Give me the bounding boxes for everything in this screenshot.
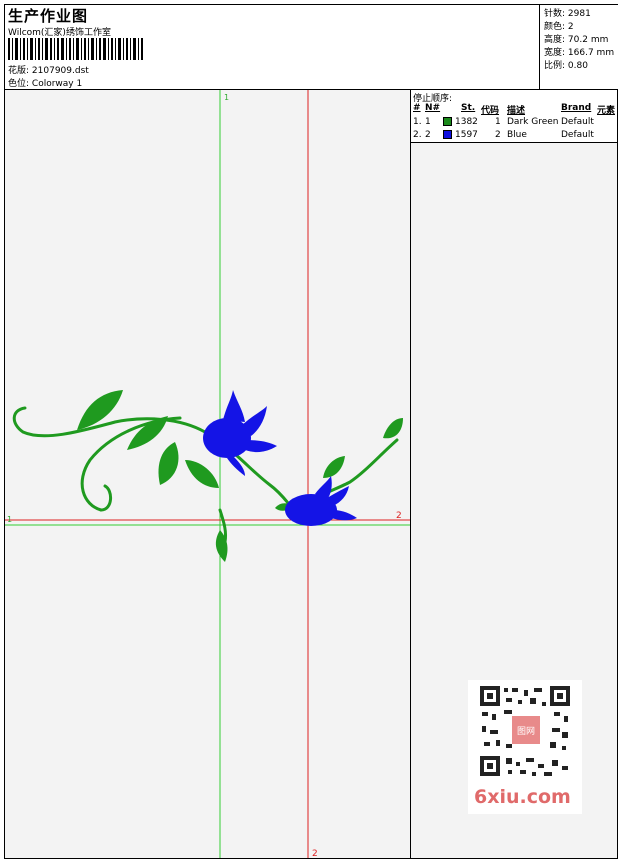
design-value: 2107909.dst: [31, 66, 89, 76]
stat-stitches: 针数: 2981: [544, 6, 591, 19]
marker-left-1: 1: [7, 515, 12, 524]
row-1-index: 1.: [413, 117, 422, 127]
stat-value: 0.80: [567, 61, 588, 71]
flower-upper: [203, 390, 277, 476]
company-name: Wilcom(汇家)绣饰工作室: [8, 28, 111, 38]
row-2-stitches: 1597: [455, 130, 478, 140]
stat-label: 比例:: [544, 61, 566, 71]
stat-value: 70.2 mm: [567, 35, 609, 45]
row-1-code: 1: [495, 117, 501, 127]
row-1-description: Dark Green: [507, 117, 559, 127]
qr-code-icon: 图网: [478, 684, 572, 778]
col-needle: N#: [425, 103, 441, 113]
marker-right-2: 2: [396, 511, 402, 521]
stat-label: 宽度:: [544, 48, 566, 58]
watermark-brand: 6xiu.com: [474, 786, 571, 808]
design-canvas: 1 1 2 2: [5, 90, 411, 858]
design-file: 花版: 2107909.dst: [8, 63, 89, 76]
stat-value: 2: [567, 22, 574, 32]
design-preview: 1 1 2 2: [5, 90, 410, 858]
row-2-brand: Default: [561, 130, 594, 140]
row-2-description: Blue: [507, 130, 527, 140]
row-2-index: 2.: [413, 130, 422, 140]
stat-scale: 比例: 0.80: [544, 58, 588, 71]
col-stitches: St.: [461, 103, 476, 113]
color-swatch-blue: [443, 130, 452, 139]
stat-height: 高度: 70.2 mm: [544, 32, 608, 45]
color-swatch-dark-green: [443, 117, 452, 126]
stat-colors: 颜色: 2: [544, 19, 574, 32]
col-elements: 元素: [597, 106, 616, 116]
design-label: 花版:: [8, 66, 30, 76]
stats-panel: 针数: 2981 颜色: 2 高度: 70.2 mm 宽度: 166.7 mm …: [539, 5, 618, 89]
marker-bottom-2: 2: [312, 849, 318, 858]
stat-label: 针数:: [544, 9, 566, 19]
col-index: #: [413, 103, 421, 113]
colorway-value: Colorway 1: [31, 79, 83, 89]
stat-width: 宽度: 166.7 mm: [544, 45, 614, 58]
barcode-icon: [8, 38, 143, 60]
col-brand: Brand: [561, 103, 592, 113]
stat-label: 高度:: [544, 35, 566, 45]
col-code: 代码: [481, 106, 500, 116]
stat-label: 颜色:: [544, 22, 566, 32]
row-2-code: 2: [495, 130, 501, 140]
stat-value: 166.7 mm: [567, 48, 615, 58]
stop-sequence-table: 停止顺序: # N# St. 代码 描述 Brand 元素 1. 1 1382 …: [411, 90, 617, 143]
watermark-stamp: 图网: [517, 726, 535, 737]
colorway: 色位: Colorway 1: [8, 76, 82, 89]
stat-value: 2981: [567, 9, 591, 19]
sheet-header: 生产作业图 Wilcom(汇家)绣饰工作室 花版: 2107909.dst 色位…: [5, 5, 618, 90]
row-1-stitches: 1382: [455, 117, 478, 127]
marker-top-1: 1: [224, 93, 229, 102]
col-description: 描述: [507, 106, 526, 116]
colorway-label: 色位:: [8, 79, 30, 89]
sheet-title: 生产作业图: [8, 7, 89, 25]
row-2-needle: 2: [425, 130, 431, 140]
row-1-needle: 1: [425, 117, 431, 127]
row-1-brand: Default: [561, 117, 594, 127]
